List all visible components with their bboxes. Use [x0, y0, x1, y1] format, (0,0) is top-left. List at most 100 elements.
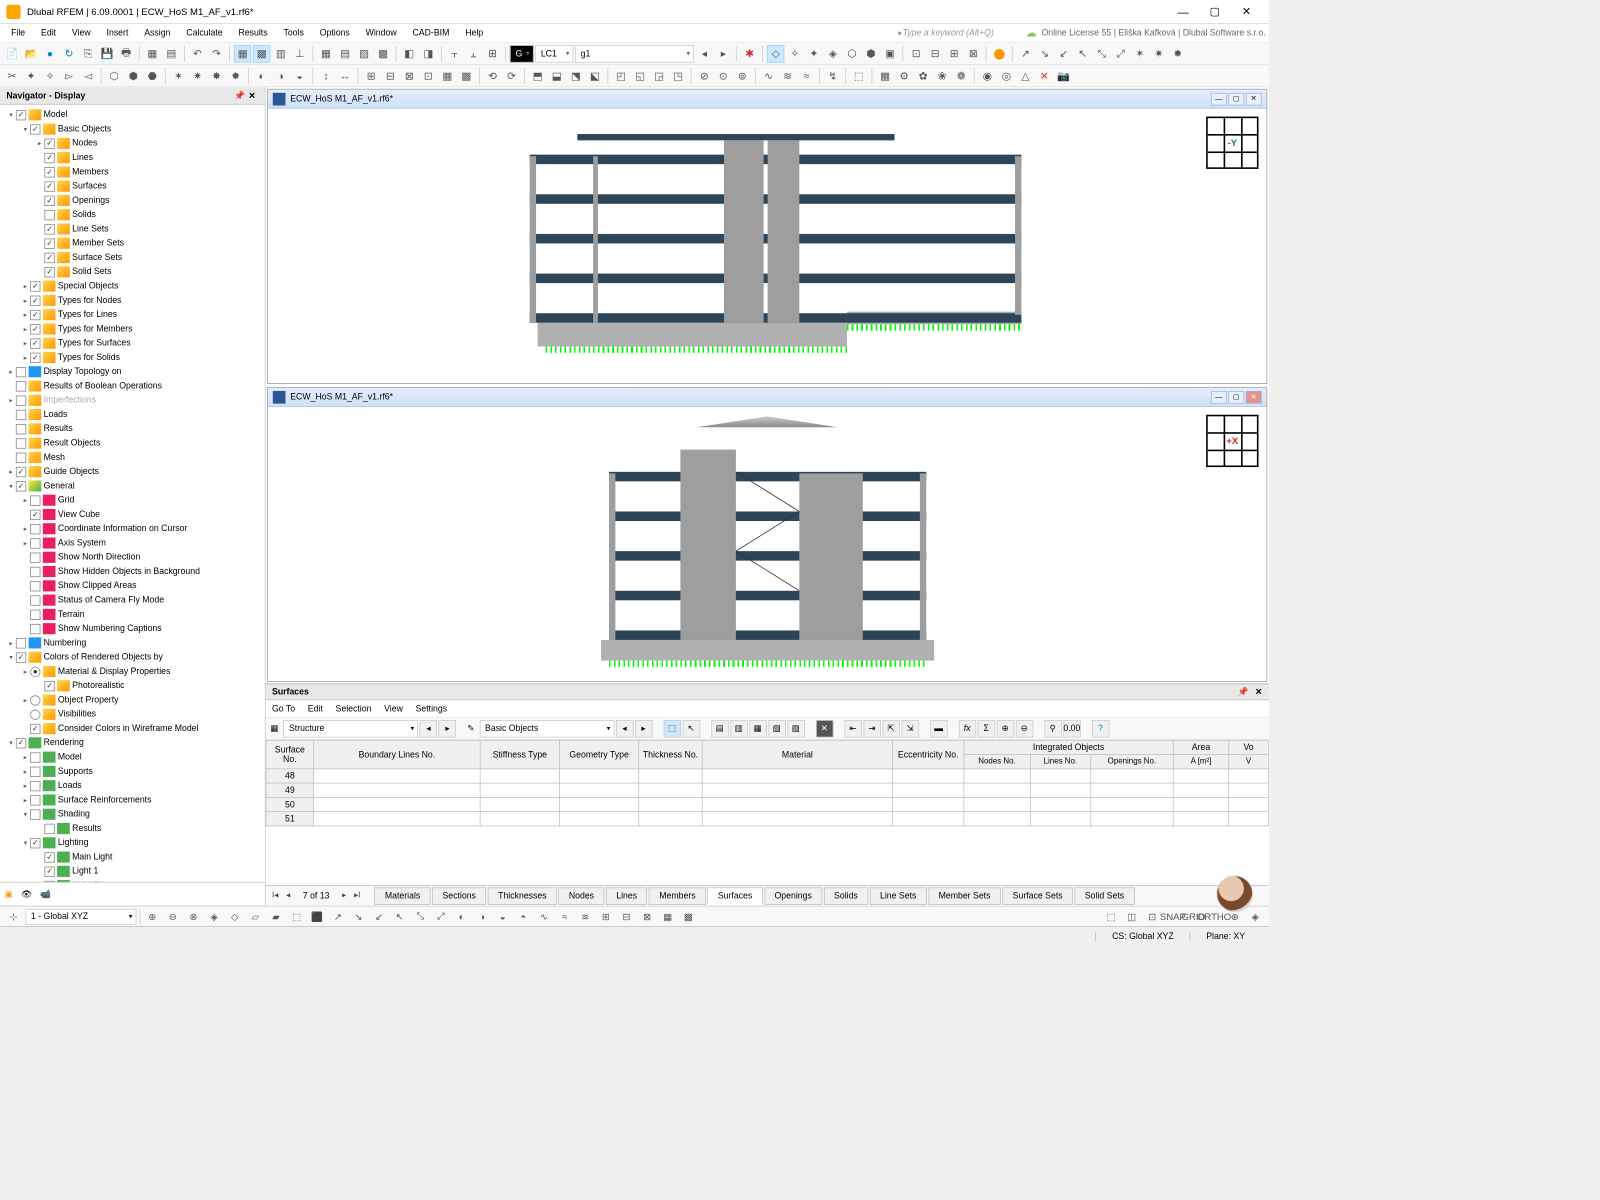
tree-item-label[interactable]: Special Objects [58, 282, 119, 292]
tree-checkbox[interactable] [30, 510, 40, 520]
expand-icon[interactable]: ▸ [6, 368, 16, 377]
tree-item-label[interactable]: Supports [58, 767, 93, 777]
tree-checkbox[interactable] [16, 381, 26, 391]
t2-35-icon[interactable]: ⊙ [714, 67, 731, 84]
tree-checkbox[interactable] [30, 724, 40, 734]
pb-del-icon[interactable]: ✕ [816, 720, 833, 737]
t2-49-icon[interactable]: △ [1017, 67, 1034, 84]
res5-icon[interactable]: ⤡ [1093, 45, 1110, 62]
window-minimize-button[interactable]: — [1167, 0, 1199, 22]
expand-icon[interactable]: ▾ [6, 653, 16, 662]
sb1-icon[interactable]: ⊕ [144, 908, 161, 924]
menu-edit[interactable]: Edit [33, 26, 64, 40]
view-cube[interactable]: +X [1206, 415, 1258, 467]
cloud-icon[interactable]: ● [41, 45, 58, 62]
sb21-icon[interactable]: ≈ [556, 908, 573, 924]
t2-43-icon[interactable]: ⚙ [895, 67, 912, 84]
table-cell[interactable] [559, 812, 638, 826]
print-icon[interactable]: 🖶 [117, 45, 134, 62]
table-cell[interactable] [893, 812, 964, 826]
t2-5-icon[interactable]: ◅ [79, 67, 96, 84]
tree-radio[interactable] [30, 709, 40, 719]
expand-icon[interactable]: ▸ [21, 282, 31, 291]
table-cell[interactable] [964, 812, 1030, 826]
table-cell[interactable] [702, 812, 892, 826]
tree-checkbox[interactable] [44, 852, 54, 862]
pb-help-icon[interactable]: ? [1092, 720, 1109, 737]
table-cell[interactable] [1030, 812, 1090, 826]
table-cell[interactable] [1173, 769, 1229, 783]
table-tab[interactable]: Surface Sets [1002, 887, 1073, 904]
expand-icon[interactable]: ▾ [6, 111, 16, 120]
table-cell[interactable] [702, 769, 892, 783]
t2-23-icon[interactable]: ▩ [458, 67, 475, 84]
t2-28-icon[interactable]: ⬔ [567, 67, 584, 84]
t2-46-icon[interactable]: ❁ [952, 67, 969, 84]
tree-item-label[interactable]: Line Sets [72, 224, 108, 234]
expand-icon[interactable]: ▸ [21, 667, 31, 676]
next-icon[interactable]: ▸ [715, 45, 732, 62]
pb-a-icon[interactable]: ⇤ [844, 720, 861, 737]
col-vol[interactable]: Vo [1229, 740, 1269, 754]
t2-22-icon[interactable]: ▦ [439, 67, 456, 84]
tree-item-label[interactable]: Solids [72, 210, 96, 220]
dd2-next[interactable]: ▸ [635, 720, 652, 737]
render1-icon[interactable]: ▥ [272, 45, 289, 62]
table-cell[interactable] [702, 797, 892, 811]
table-tab[interactable]: Line Sets [870, 887, 927, 904]
pb-fx-icon[interactable]: fx [958, 720, 975, 737]
table-cell[interactable] [480, 783, 559, 797]
t2-38-icon[interactable]: ≋ [779, 67, 796, 84]
tree-item-label[interactable]: Lines [72, 153, 93, 163]
tree-item-label[interactable]: Show North Direction [58, 553, 140, 563]
tree-checkbox[interactable] [16, 638, 26, 648]
tree-checkbox[interactable] [16, 738, 26, 748]
view-min-button[interactable]: — [1211, 92, 1227, 105]
opt3-icon[interactable]: ◧ [400, 45, 417, 62]
tree-checkbox[interactable] [30, 524, 40, 534]
t2-19-icon[interactable]: ⊟ [381, 67, 398, 84]
col-geometry[interactable]: Geometry Type [559, 740, 638, 769]
pb-j-icon[interactable]: 0.00 [1063, 720, 1080, 737]
table-cell[interactable] [559, 783, 638, 797]
table-tab[interactable]: Materials [375, 887, 431, 904]
dd2-prev[interactable]: ◂ [616, 720, 633, 737]
expand-icon[interactable]: ▾ [21, 125, 31, 134]
split1-icon[interactable]: ⫟ [446, 45, 463, 62]
view-max-button[interactable]: ▢ [1228, 391, 1244, 404]
snap6-icon[interactable]: ⬢ [862, 45, 879, 62]
tree-checkbox[interactable] [16, 410, 26, 420]
menu-window[interactable]: Window [358, 26, 405, 40]
expand-icon[interactable]: ▸ [21, 539, 31, 548]
tree-item-label[interactable]: Lighting [58, 838, 89, 848]
t2-3-icon[interactable]: ✧ [41, 67, 58, 84]
row-header[interactable]: 51 [266, 812, 314, 826]
pb-f-icon[interactable]: Σ [977, 720, 994, 737]
t2-16-icon[interactable]: ↕ [317, 67, 334, 84]
tree-checkbox[interactable] [16, 467, 26, 477]
t2-11-icon[interactable]: ✸ [208, 67, 225, 84]
table-cell[interactable] [1229, 769, 1269, 783]
tree-checkbox[interactable] [30, 781, 40, 791]
view-top-canvas[interactable]: -Y [268, 109, 1266, 383]
tree-item-label[interactable]: Member Sets [72, 239, 124, 249]
basic-objects-dropdown[interactable]: Basic Objects [479, 720, 614, 737]
tree-checkbox[interactable] [30, 581, 40, 591]
tree-item-label[interactable]: Surface Reinforcements [58, 795, 152, 805]
t2-14-icon[interactable]: ◑ [272, 67, 289, 84]
t2-44-icon[interactable]: ✿ [914, 67, 931, 84]
t2-36-icon[interactable]: ⊚ [734, 67, 751, 84]
pmenu-selection[interactable]: Selection [336, 704, 372, 714]
calc-icon[interactable]: ⬤ [991, 45, 1008, 62]
pmenu-settings[interactable]: Settings [416, 704, 448, 714]
table-cell[interactable] [964, 769, 1030, 783]
prev-icon[interactable]: ◂ [696, 45, 713, 62]
refresh-icon[interactable]: ↻ [60, 45, 77, 62]
t2-41-icon[interactable]: ⬚ [850, 67, 867, 84]
col-stiffness[interactable]: Stiffness Type [480, 740, 559, 769]
tree-checkbox[interactable] [44, 224, 54, 234]
redo-icon[interactable]: ↷ [208, 45, 225, 62]
tree-checkbox[interactable] [16, 110, 26, 120]
table-cell[interactable] [1229, 797, 1269, 811]
tab-last[interactable]: ▸I [351, 891, 364, 900]
